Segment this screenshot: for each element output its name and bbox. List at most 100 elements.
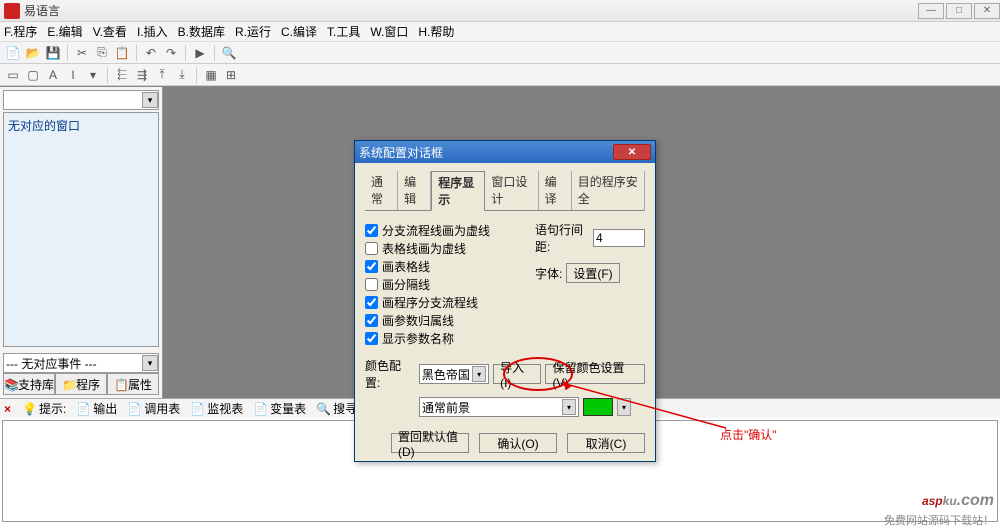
tree-pane[interactable]: 无对应的窗口 (3, 112, 159, 347)
open-icon[interactable]: 📂 (24, 44, 42, 62)
watermark-sub: 免费网站源码下载站！ (884, 512, 994, 528)
save-icon[interactable]: 💾 (44, 44, 62, 62)
check-show-param-name[interactable] (365, 332, 378, 345)
menu-insert[interactable]: I.插入 (137, 23, 168, 40)
check-draw-param-line[interactable] (365, 314, 378, 327)
menu-view[interactable]: V.查看 (93, 23, 127, 40)
find-icon[interactable]: 🔍 (220, 44, 238, 62)
close-panel-icon[interactable]: × (4, 402, 11, 416)
menu-compile[interactable]: C.编译 (281, 23, 317, 40)
events-combo-text: --- 无对应事件 --- (4, 355, 142, 372)
tab-compile[interactable]: 编译 (539, 171, 572, 210)
watermark: aspku.com 免费网站源码下载站！ (884, 480, 994, 528)
run-icon[interactable]: ▶ (191, 44, 209, 62)
scheme-select[interactable]: 黑色帝国 ▾ (419, 364, 489, 384)
check-grid-dashed[interactable] (365, 242, 378, 255)
align-top-icon[interactable]: ⤒ (153, 66, 171, 84)
tab-support-lib[interactable]: 📚支持库 (3, 373, 55, 395)
maximize-button[interactable]: □ (946, 3, 972, 19)
dialog-tabs: 通常 编辑 程序显示 窗口设计 编译 目的程序安全 (365, 171, 645, 211)
chevron-down-icon[interactable]: ▾ (617, 398, 631, 416)
tab-display[interactable]: 程序显示 (431, 171, 485, 211)
menu-database[interactable]: B.数据库 (178, 23, 225, 40)
app-icon (4, 3, 20, 19)
label-icon[interactable]: A (44, 66, 62, 84)
toolbar-2: ▭ ▢ A I ▾ ⬱ ⇶ ⤒ ⤓ ▦ ⊞ (0, 64, 1000, 86)
tab-program[interactable]: 📁程序 (55, 373, 107, 395)
chevron-down-icon[interactable]: ▾ (562, 399, 576, 415)
chevron-down-icon[interactable]: ▾ (142, 355, 158, 371)
dialog-close-button[interactable]: ✕ (613, 144, 651, 160)
tab-calltable[interactable]: 📄调用表 (124, 400, 183, 417)
tab-hint[interactable]: 💡提示: (19, 400, 69, 417)
check-draw-grid[interactable] (365, 260, 378, 273)
cancel-button[interactable]: 取消(C) (567, 433, 645, 453)
tab-general[interactable]: 通常 (365, 171, 398, 210)
props-icon: 📋 (114, 378, 126, 390)
menubar: F.程序 E.编辑 V.查看 I.插入 B.数据库 R.运行 C.编译 T.工具… (0, 22, 1000, 42)
color-swatch[interactable] (583, 398, 613, 416)
combo-icon[interactable]: ▾ (84, 66, 102, 84)
close-button[interactable]: ✕ (974, 3, 1000, 19)
menu-edit[interactable]: E.编辑 (47, 23, 82, 40)
menu-tools[interactable]: T.工具 (327, 23, 360, 40)
tab-window-design[interactable]: 窗口设计 (485, 171, 538, 210)
align-right-icon[interactable]: ⇶ (133, 66, 151, 84)
dialog-titlebar[interactable]: 系统配置对话框 ✕ (355, 141, 655, 163)
button-icon[interactable]: ▢ (24, 66, 42, 84)
titlebar: 易语言 — □ ✕ (0, 0, 1000, 22)
reset-default-button[interactable]: 置回默认值(D) (391, 433, 469, 453)
book-icon: 📚 (4, 378, 16, 390)
tree-empty-text: 无对应的窗口 (8, 119, 80, 133)
redo-icon[interactable]: ↷ (162, 44, 180, 62)
check-draw-separator[interactable] (365, 278, 378, 291)
group-icon[interactable]: ⊞ (222, 66, 240, 84)
menu-window[interactable]: W.窗口 (370, 23, 408, 40)
paste-icon[interactable]: 📋 (113, 44, 131, 62)
tab-vars[interactable]: 📄变量表 (250, 400, 309, 417)
new-icon[interactable]: 📄 (4, 44, 22, 62)
chevron-down-icon[interactable]: ▾ (472, 366, 486, 382)
toolbar-1: 📄 📂 💾 ✂ ⎘ 📋 ↶ ↷ ▶ 🔍 (0, 42, 1000, 64)
tab-output[interactable]: 📄输出 (73, 400, 120, 417)
checkbox-group: 分支流程线画为虚线 表格线画为虚线 画表格线 画分隔线 画程序分支流程线 画参数… (365, 221, 521, 347)
tab-watch[interactable]: 📄监视表 (187, 400, 246, 417)
tab-edit[interactable]: 编辑 (398, 171, 431, 210)
save-colors-button[interactable]: 保留颜色设置(V) (545, 364, 645, 384)
menu-run[interactable]: R.运行 (235, 23, 271, 40)
window-title: 易语言 (24, 2, 916, 19)
check-draw-flow[interactable] (365, 296, 378, 309)
undo-icon[interactable]: ↶ (142, 44, 160, 62)
events-combo[interactable]: --- 无对应事件 --- ▾ (3, 353, 159, 373)
tab-security[interactable]: 目的程序安全 (572, 171, 645, 210)
minimize-button[interactable]: — (918, 3, 944, 19)
spacing-label: 语句行间距: (535, 221, 589, 255)
color-target-select[interactable]: 通常前景 ▾ (419, 397, 579, 417)
brand-grey: ku (943, 494, 957, 508)
menu-program[interactable]: F.程序 (4, 23, 37, 40)
check-branch-dashed[interactable] (365, 224, 378, 237)
copy-icon[interactable]: ⎘ (93, 44, 111, 62)
edit-icon[interactable]: I (64, 66, 82, 84)
color-config-label: 颜色配置: (365, 357, 415, 391)
menu-help[interactable]: H.帮助 (418, 23, 454, 40)
ok-button[interactable]: 确认(O) (479, 433, 557, 453)
import-button[interactable]: 导入(I) (493, 364, 541, 384)
sidebar: ▾ 无对应的窗口 --- 无对应事件 --- ▾ 📚支持库 📁程序 📋属性 (0, 87, 163, 398)
cut-icon[interactable]: ✂ (73, 44, 91, 62)
dialog-title: 系统配置对话框 (359, 144, 613, 161)
annotation-text: 点击"确认" (720, 426, 777, 443)
font-settings-button[interactable]: 设置(F) (566, 263, 619, 283)
folder-icon: 📁 (62, 378, 74, 390)
spacing-input[interactable] (593, 229, 645, 247)
form-icon[interactable]: ▭ (4, 66, 22, 84)
config-dialog: 系统配置对话框 ✕ 通常 编辑 程序显示 窗口设计 编译 目的程序安全 分支流程… (354, 140, 656, 462)
object-combo[interactable]: ▾ (3, 90, 159, 110)
tab-properties[interactable]: 📋属性 (107, 373, 159, 395)
brand-tld: .com (957, 492, 994, 509)
font-label: 字体: (535, 265, 562, 282)
align-left-icon[interactable]: ⬱ (113, 66, 131, 84)
chevron-down-icon[interactable]: ▾ (142, 92, 158, 108)
align-bottom-icon[interactable]: ⤓ (173, 66, 191, 84)
grid-icon[interactable]: ▦ (202, 66, 220, 84)
